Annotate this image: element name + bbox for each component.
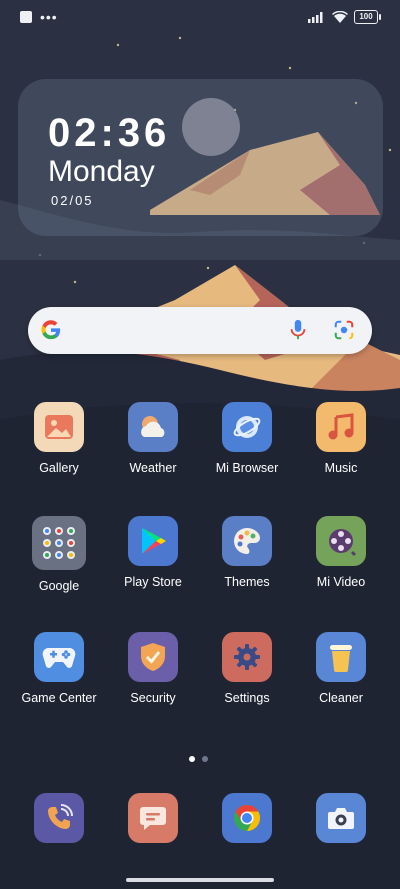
app-label: Game Center	[21, 691, 97, 705]
app-label: Play Store	[124, 575, 182, 589]
app-label: Gallery	[39, 461, 79, 475]
wifi-icon	[332, 10, 348, 23]
notification-square-icon	[20, 11, 32, 23]
microphone-icon[interactable]	[288, 319, 308, 341]
dock-camera[interactable]	[294, 793, 388, 843]
dock-chrome[interactable]	[200, 793, 294, 843]
signal-icon	[308, 12, 323, 23]
chrome-icon	[222, 793, 272, 843]
mi-video-icon	[316, 516, 366, 566]
weather-icon	[128, 402, 178, 452]
status-right: 100	[308, 10, 381, 24]
status-bar: ••• 100	[0, 0, 400, 36]
app-label: Settings	[224, 691, 270, 705]
security-icon	[128, 632, 178, 682]
page-dot	[202, 756, 208, 762]
app-label: Mi Video	[316, 575, 366, 589]
status-left: •••	[20, 9, 58, 25]
phone-icon	[34, 793, 84, 843]
app-label: Themes	[224, 575, 270, 589]
messages-icon	[128, 793, 178, 843]
clock-time: 02:36	[48, 111, 171, 155]
app-weather[interactable]: Weather	[106, 402, 200, 475]
themes-icon	[222, 516, 272, 566]
music-icon	[316, 402, 366, 452]
app-label: Music	[324, 461, 358, 475]
app-label: Weather	[129, 461, 177, 475]
app-label: Security	[130, 691, 176, 705]
dock-messages[interactable]	[106, 793, 200, 843]
clock-date: 02/05	[51, 193, 94, 208]
app-music[interactable]: Music	[294, 402, 388, 475]
app-themes[interactable]: Themes	[200, 516, 294, 589]
app-cleaner[interactable]: Cleaner	[294, 632, 388, 705]
app-play-store[interactable]: Play Store	[106, 516, 200, 589]
google-lens-icon[interactable]	[333, 319, 355, 341]
app-mi-video[interactable]: Mi Video	[294, 516, 388, 589]
app-security[interactable]: Security	[106, 632, 200, 705]
play-store-icon	[128, 516, 178, 566]
app-label: Mi Browser	[215, 461, 279, 475]
app-mi-browser[interactable]: Mi Browser	[200, 402, 294, 475]
more-dots-icon: •••	[40, 9, 58, 25]
gesture-nav-bar[interactable]	[126, 878, 274, 882]
app-settings[interactable]: Settings	[200, 632, 294, 705]
page-indicator[interactable]	[189, 756, 208, 762]
clock-widget[interactable]: 02:36 Monday 02/05	[18, 79, 383, 236]
app-label: Cleaner	[319, 691, 363, 705]
app-label: Google	[38, 579, 80, 593]
gallery-icon	[34, 402, 84, 452]
cleaner-icon	[316, 632, 366, 682]
dock-phone[interactable]	[12, 793, 106, 843]
google-search-bar[interactable]	[28, 307, 372, 354]
app-gallery[interactable]: Gallery	[12, 402, 106, 475]
google-g-icon	[41, 320, 61, 340]
app-game-center[interactable]: Game Center	[12, 632, 106, 705]
game-center-icon	[34, 632, 84, 682]
page-dot-active	[189, 756, 195, 762]
mi-browser-icon	[222, 402, 272, 452]
app-google-folder[interactable]: Google	[12, 516, 106, 593]
clock-day: Monday	[48, 155, 155, 188]
camera-icon	[316, 793, 366, 843]
settings-icon	[222, 632, 272, 682]
battery-icon: 100	[354, 10, 381, 24]
google-folder-icon	[32, 516, 86, 570]
